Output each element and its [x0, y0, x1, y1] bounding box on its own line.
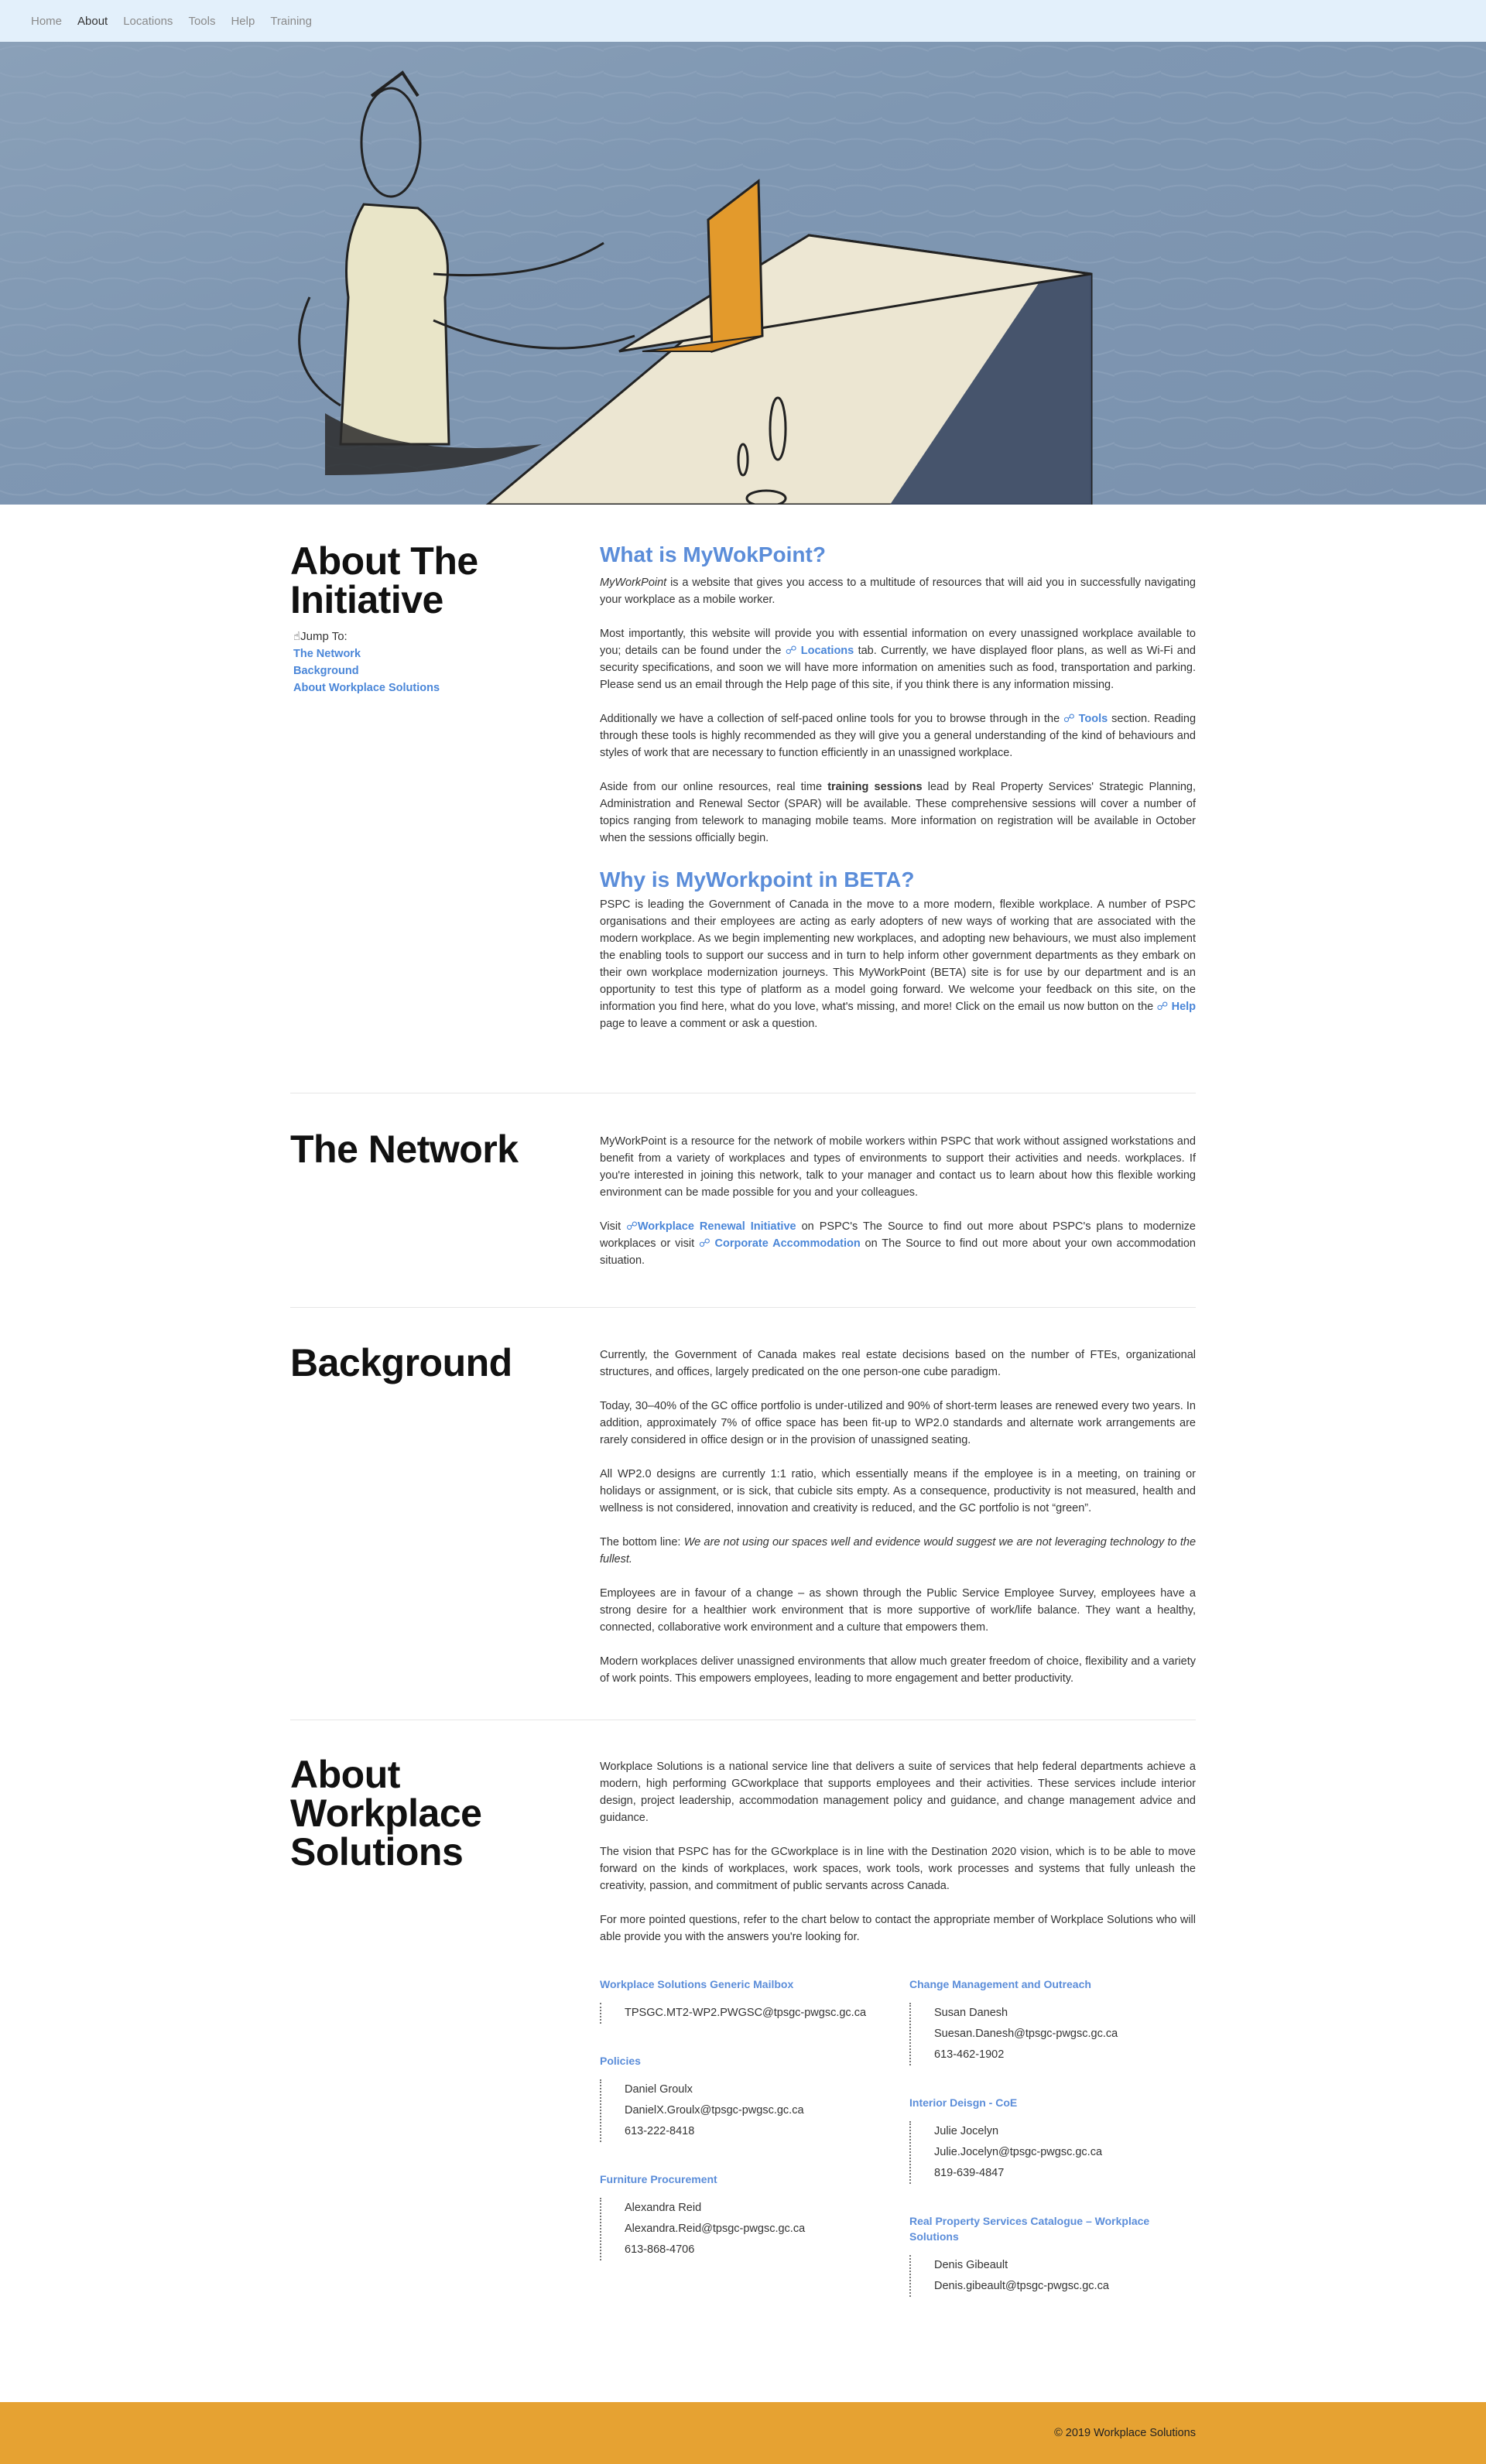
help-link[interactable]: ☍ Help [1157, 1001, 1196, 1013]
link-icon: ☍ [1156, 1001, 1172, 1013]
jump-label: ☝Jump To: [293, 628, 569, 645]
hero-drawing [0, 42, 1486, 505]
contact-card: Interior Deisgn - CoE Julie Jocelyn Juli… [909, 2095, 1196, 2184]
contact-card: Policies Daniel Groulx DanielX.Groulx@tp… [600, 2053, 886, 2142]
contact-name: Susan Danesh [934, 2007, 1008, 2019]
contact-card: Workplace Solutions Generic Mailbox TPSG… [600, 1976, 886, 2024]
contact-heading: Real Property Services Catalogue – Workp… [909, 2215, 1150, 2243]
background-paragraph-6: Modern workplaces deliver unassigned env… [600, 1655, 1196, 1685]
background-paragraph-2: Today, 30–40% of the GC office portfolio… [600, 1400, 1196, 1446]
contact-phone: 613-222-8418 [625, 2125, 695, 2137]
intro-paragraph-2: Most importantly, this website will prov… [600, 628, 1196, 691]
jump-link-network[interactable]: The Network [293, 645, 569, 662]
contact-email[interactable]: Julie.Jocelyn@tpsgc-pwgsc.gc.ca [934, 2142, 1196, 2163]
corporate-accommodation-link[interactable]: ☍ Corporate Accommodation [699, 1237, 861, 1250]
intro-paragraph-4: Aside from our online resources, real ti… [600, 781, 1196, 844]
nav-locations[interactable]: Locations [123, 15, 173, 28]
section-divider [290, 1307, 1196, 1308]
contact-heading: Furniture Procurement [600, 2173, 717, 2185]
contact-phone: 613-462-1902 [934, 2048, 1005, 2061]
contact-phone: 819-639-4847 [934, 2167, 1005, 2179]
contact-name: Alexandra Reid [625, 2202, 702, 2214]
what-is-heading: What is MyWokPoint? [600, 542, 826, 566]
about-ws-title: About Workplace Solutions [290, 1753, 482, 1874]
locations-link[interactable]: ☍ Locations [786, 645, 854, 657]
contact-phone: 613-868-4706 [625, 2243, 695, 2256]
page-title: About The Initiative [290, 539, 478, 621]
contact-email[interactable]: Alexandra.Reid@tpsgc-pwgsc.gc.ca [625, 2219, 886, 2240]
contact-email[interactable]: TPSGC.MT2-WP2.PWGSC@tpsgc-pwgsc.gc.ca [625, 2003, 886, 2024]
contact-email[interactable]: DanielX.Groulx@tpsgc-pwgsc.gc.ca [625, 2100, 886, 2121]
contact-name: Daniel Groulx [625, 2083, 693, 2096]
intro-paragraph-5: PSPC is leading the Government of Canada… [600, 898, 1197, 1030]
nav-training[interactable]: Training [270, 15, 312, 28]
footer: © 2019 Workplace Solutions [0, 2402, 1486, 2464]
footer-copyright: © 2019 Workplace Solutions [1054, 2427, 1196, 2439]
background-title: Background [290, 1341, 512, 1384]
contact-heading: Change Management and Outreach [909, 1978, 1091, 1990]
network-paragraph-1: MyWorkPoint is a resource for the networ… [600, 1135, 1196, 1199]
contact-heading: Workplace Solutions Generic Mailbox [600, 1978, 794, 1990]
nav-tools[interactable]: Tools [188, 15, 215, 28]
contacts-left-column: Workplace Solutions Generic Mailbox TPSG… [600, 1976, 886, 2260]
contact-name: Julie Jocelyn [934, 2125, 999, 2137]
hand-pointer-icon: ☝ [293, 630, 301, 643]
background-paragraph-4: The bottom line: We are not using our sp… [600, 1536, 1197, 1566]
jump-link-about-ws[interactable]: About Workplace Solutions [293, 679, 569, 696]
tools-link[interactable]: ☍ Tools [1063, 713, 1108, 725]
network-title: The Network [290, 1128, 519, 1171]
background-paragraph-5: Employees are in favour of a change – as… [600, 1587, 1196, 1634]
intro-paragraph-1: MyWorkPoint is a website that gives you … [600, 577, 1196, 606]
nav-about[interactable]: About [77, 15, 108, 28]
about-ws-paragraph-1: Workplace Solutions is a national servic… [600, 1761, 1196, 1824]
link-icon: ☍ [626, 1220, 638, 1233]
background-paragraph-1: Currently, the Government of Canada make… [600, 1349, 1196, 1378]
contact-name: Denis Gibeault [934, 2259, 1008, 2271]
jump-link-background[interactable]: Background [293, 662, 569, 679]
nav-help[interactable]: Help [231, 15, 255, 28]
contact-email[interactable]: Denis.gibeault@tpsgc-pwgsc.gc.ca [934, 2276, 1173, 2297]
top-nav: Home About Locations Tools Help Training [0, 0, 1486, 42]
nav-home[interactable]: Home [31, 15, 62, 28]
workplace-renewal-link[interactable]: ☍Workplace Renewal Initiative [626, 1220, 796, 1233]
background-paragraph-3: All WP2.0 designs are currently 1:1 rati… [600, 1468, 1196, 1514]
link-icon: ☍ [1063, 713, 1079, 725]
about-ws-paragraph-2: The vision that PSPC has for the GCworkp… [600, 1846, 1196, 1892]
contact-heading: Interior Deisgn - CoE [909, 2096, 1018, 2109]
contact-card: Real Property Services Catalogue – Workp… [909, 2213, 1173, 2297]
contact-email[interactable]: Suesan.Danesh@tpsgc-pwgsc.gc.ca [934, 2024, 1196, 2045]
contact-card: Change Management and Outreach Susan Dan… [909, 1976, 1196, 2065]
intro-paragraph-3: Additionally we have a collection of sel… [600, 713, 1197, 759]
contact-heading: Policies [600, 2055, 641, 2067]
network-paragraph-2: Visit ☍Workplace Renewal Initiative on P… [600, 1220, 1196, 1267]
link-icon: ☍ [698, 1237, 715, 1250]
hero-illustration [0, 42, 1486, 505]
jump-to-menu: ☝Jump To: The Network Background About W… [290, 628, 569, 696]
link-icon: ☍ [785, 645, 801, 657]
beta-heading: Why is MyWorkpoint in BETA? [600, 868, 915, 891]
about-ws-paragraph-3: For more pointed questions, refer to the… [600, 1914, 1196, 1943]
contacts-right-column: Change Management and Outreach Susan Dan… [909, 1976, 1196, 2297]
contact-card: Furniture Procurement Alexandra Reid Ale… [600, 2171, 886, 2260]
